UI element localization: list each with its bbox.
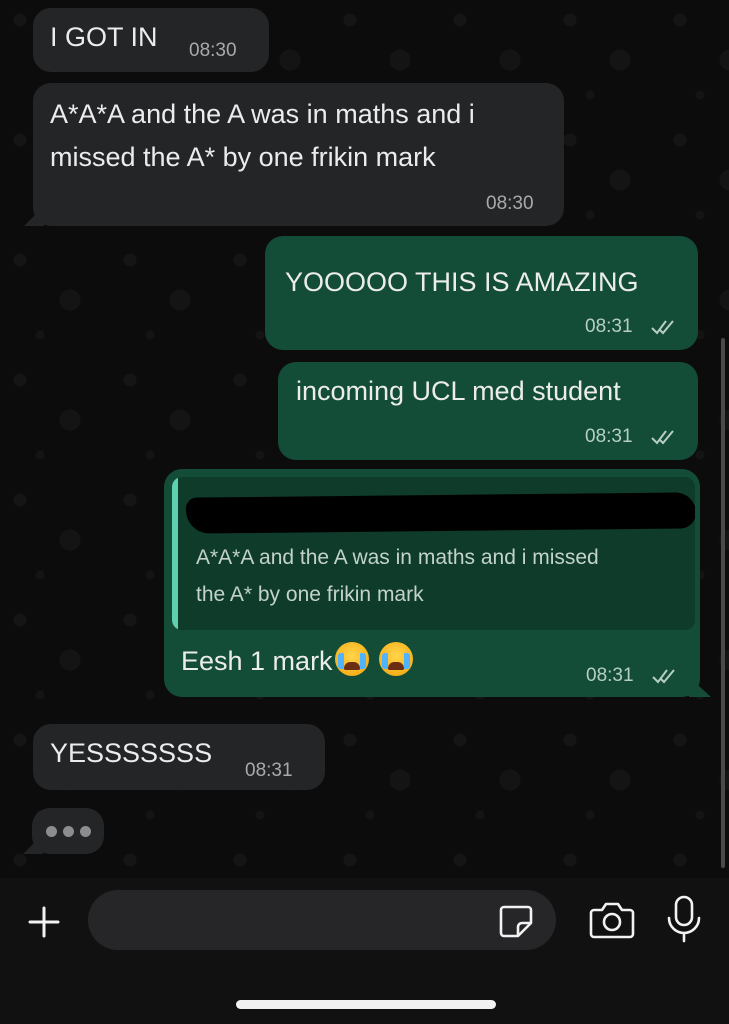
loudly-crying-face-icon — [378, 642, 413, 676]
message-time: 08:30 — [486, 193, 534, 214]
read-receipt-icon — [651, 318, 681, 336]
message-text: YOOOOO THIS IS AMAZING — [285, 267, 639, 297]
message-bubble-outgoing[interactable]: incoming UCL med student 08:31 — [278, 362, 698, 460]
quoted-text-line: the A* by one frikin mark — [196, 583, 424, 606]
message-text: Eesh 1 mark — [181, 646, 333, 676]
loudly-crying-face-icon — [334, 642, 369, 676]
attach-button[interactable] — [22, 900, 66, 944]
message-text: incoming UCL med student — [296, 376, 621, 406]
typing-dot — [80, 826, 91, 837]
message-text: YESSSSSSS — [50, 738, 213, 768]
camera-icon — [589, 902, 635, 939]
message-input[interactable] — [88, 890, 556, 950]
typing-dot — [63, 826, 74, 837]
scrollbar[interactable] — [721, 338, 725, 868]
message-bubble-incoming[interactable]: I GOT IN 08:30 — [33, 8, 269, 72]
quoted-text-line: A*A*A and the A was in maths and i misse… — [196, 546, 599, 569]
microphone-icon — [667, 895, 701, 943]
message-bubble-incoming[interactable]: A*A*A and the A was in maths and i misse… — [33, 83, 564, 226]
message-bubble-outgoing-reply[interactable]: A*A*A and the A was in maths and i misse… — [164, 469, 700, 697]
chat-area[interactable]: I GOT IN 08:30 A*A*A and the A was in ma… — [0, 0, 729, 878]
typing-indicator — [32, 808, 104, 854]
message-time: 08:31 — [245, 760, 293, 781]
quote-accent-bar — [172, 477, 178, 630]
message-text-line: missed the A* by one frikin mark — [50, 142, 436, 172]
microphone-button[interactable] — [664, 894, 704, 944]
read-receipt-icon — [651, 428, 681, 446]
quoted-message[interactable]: A*A*A and the A was in maths and i misse… — [172, 477, 695, 630]
message-bubble-outgoing[interactable]: YOOOOO THIS IS AMAZING 08:31 — [265, 236, 698, 350]
sticker-icon — [499, 905, 533, 938]
message-bubble-incoming[interactable]: YESSSSSSS 08:31 — [33, 724, 325, 790]
read-receipt-icon — [652, 667, 682, 685]
sticker-button[interactable] — [498, 904, 534, 938]
message-time: 08:31 — [585, 316, 633, 337]
quoted-message-text: A*A*A and the A was in maths and i misse… — [196, 539, 676, 613]
message-time: 08:31 — [586, 665, 634, 686]
redacted-sender-name — [185, 492, 695, 534]
message-time: 08:30 — [189, 40, 237, 61]
message-text-wrap: Eesh 1 mark — [181, 640, 413, 683]
camera-button[interactable] — [588, 899, 636, 941]
message-text-line: A*A*A and the A was in maths and i — [50, 99, 475, 129]
typing-dot — [46, 826, 57, 837]
message-time: 08:31 — [585, 426, 633, 447]
plus-icon — [28, 906, 60, 938]
message-text: I GOT IN — [50, 22, 158, 52]
home-indicator[interactable] — [236, 1000, 496, 1009]
